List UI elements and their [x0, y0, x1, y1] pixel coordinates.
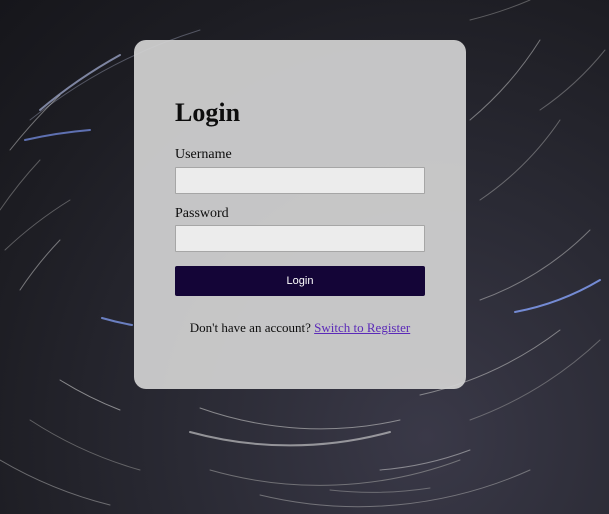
login-card: Login Username Password Login Don't have…: [134, 40, 466, 389]
username-input[interactable]: [175, 167, 425, 194]
login-button[interactable]: Login: [175, 266, 425, 296]
password-input[interactable]: [175, 225, 425, 252]
page-title: Login: [175, 98, 241, 127]
switch-to-register-link[interactable]: Switch to Register: [314, 320, 410, 335]
username-label: Username: [175, 147, 232, 162]
password-label: Password: [175, 206, 229, 221]
switch-prompt: Don't have an account?: [189, 320, 311, 335]
switch-row: Don't have an account? Switch to Registe…: [134, 320, 466, 336]
